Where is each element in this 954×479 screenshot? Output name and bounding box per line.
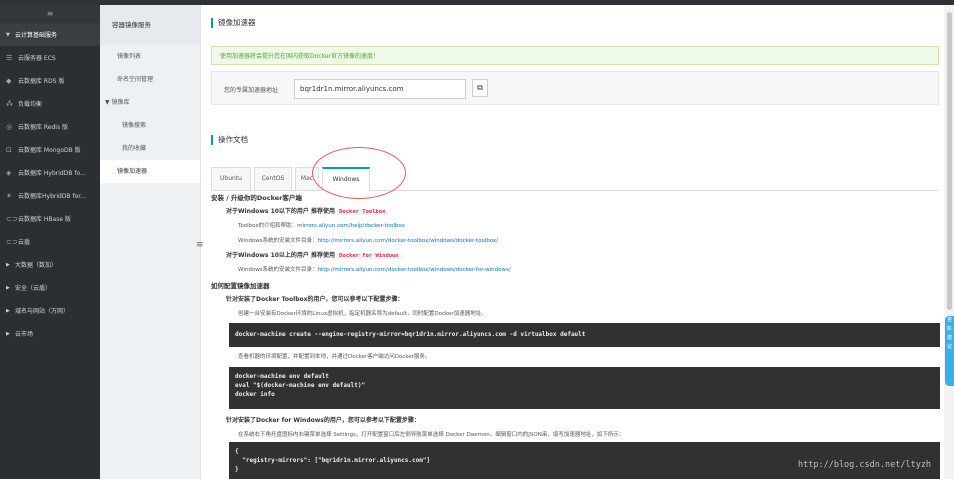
doc-toolbox-step2: 查看机器的环境配置，并配置到本地，并通过Docker客户端访问Docker服务。 [238,354,431,360]
sidebar-group-security[interactable]: ▶ 安全（云盾） [0,276,100,299]
main-content: 镜像加速器 使用加速器将会提升您在国内获取Docker官方镜像的速度！ 您的专属… [202,5,944,479]
sidebar-item-hybriddb-1[interactable]: ◈ 云数据库 HybridDB fo... [0,161,100,184]
doc-dfw-users: 针对安装了Docker for Windows的用户，您可以参考以下配置步骤： [226,417,420,424]
sidebar-group-label: 大数据（数加） [15,262,58,269]
sidebar-item-label: 云数据库 Redis 版 [18,124,69,131]
caret-right-icon: ▶ [6,284,10,291]
doc-text: Toolbox的介绍和帮助： [238,223,298,229]
doc-win10-above-line: 对于Windows 10以上的用户 推荐使用 Docker for Window… [226,250,944,259]
subnav-item-image-search[interactable]: 镜像搜索 [100,114,200,137]
copy-icon[interactable]: ⧉ [472,79,488,97]
sidebar-item-hybriddb-2[interactable]: ✶ 云数据库HybridDB for... [0,184,100,207]
sidebar-item-label: 负载均衡 [18,101,43,108]
doc-toolbox-step1: 创建一台安装有Docker环境的Linux虚拟机，指定机器名称为default，… [238,311,487,317]
doc-dfw-step1: 在系统右下角托盘图标内右键菜单选择 Settings，打开配置窗口后左侧导航菜单… [238,432,625,438]
code-block-env: docker-machine env default eval "$(docke… [229,367,940,409]
sidebar-item-hbase[interactable]: ⊂⊃ 云数据库 HBase 版 [0,207,100,230]
inline-code: Docker for Windows [337,253,401,259]
sidebar-item-label: 云数据库 MongoDB 版 [18,147,81,154]
subnav-item-namespaces[interactable]: 命名空间管理 [100,68,200,91]
tab-windows[interactable]: Windows [322,167,370,191]
accelerator-address-panel: 您的专属加速器地址 bqr1dr1n.mirror.aliyuncs.com ⧉ [211,71,939,105]
shield-icon: ⊂⊃ [6,237,18,246]
subnav-group-label: 镜像库 [111,99,130,106]
feedback-float-tab[interactable]: 咨询·建议 [945,316,954,386]
doc-heading-install: 安装 / 升级你的Docker客户端 [211,194,302,202]
load-balancer-icon: ⁂ [6,99,13,108]
doc-win10-below-line: 对于Windows 10以下的用户 推荐使用 Docker Toolbox [226,206,944,215]
redis-icon: ◎ [6,122,13,131]
hbase-icon: ⊂⊃ [6,214,18,223]
subnav-item-image-list[interactable]: 镜像列表 [100,45,200,68]
sidebar-item-yundun[interactable]: ⊂⊃ 云盾 [0,230,100,253]
sidebar-item-mongodb[interactable]: ⊡ 云数据库 MongoDB 版 [0,138,100,161]
caret-right-icon: ▶ [6,330,10,337]
dfw-download-link[interactable]: http://mirrors.aliyun.com/docker-toolbox… [318,267,511,273]
sidebar-group-bigdata[interactable]: ▶ 大数据（数加） [0,253,100,276]
subnav-group-repos[interactable]: ▼ 镜像库 [100,91,200,114]
caret-down-icon: ▼ [6,31,10,38]
database-icon: ◆ [6,76,12,85]
sidebar-item-label: 云数据库 HybridDB fo... [18,170,86,177]
sidebar-item-label: 云服务器 ECS [18,55,56,62]
sidebar-group-label: 安全（云盾） [15,285,52,292]
sidebar-item-redis[interactable]: ◎ 云数据库 Redis 版 [0,115,100,138]
toolbox-download-link[interactable]: http://mirrors.aliyun.com/docker-toolbox… [318,238,499,244]
doc-text: Windows系统的安装文件目录： [238,238,318,244]
doc-toolbox-help-line: Toolbox的介绍和帮助：mirrors.aliyun.com/help/do… [238,221,944,229]
mongodb-icon: ⊡ [6,145,12,154]
sidebar-group-label: 域名与网站（万网） [15,308,70,315]
toolbox-help-link[interactable]: mirrors.aliyun.com/help/docker-toolbox [297,223,405,229]
tab-centos[interactable]: CentOS [254,167,292,190]
sidebar-item-label: 云数据库 RDS 版 [18,78,65,85]
scrollbar-thumb[interactable] [947,12,952,310]
os-tabs: Ubuntu CentOS Mac Windows [211,165,939,191]
doc-text: 对于Windows 10以上的用户 推荐使用 [226,252,336,259]
caret-right-icon: ▶ [6,307,10,314]
sidebar-section-label: 云计算基础服务 [15,32,58,39]
sidebar-group-domain[interactable]: ▶ 域名与网站（万网） [0,299,100,322]
doc-install-dir-line-1: Windows系统的安装文件目录：http://mirrors.aliyun.c… [238,236,944,244]
doc-text: Windows系统的安装文件目录： [238,267,318,273]
server-icon: ☰ [6,53,13,62]
address-label: 您的专属加速器地址 [224,87,279,94]
sidebar-item-label: 云盾 [18,239,31,246]
sidebar-group-label: 云市场 [15,331,34,338]
code-block-create: docker-machine create --engine-registry-… [229,323,940,347]
doc-text: 对于Windows 10以下的用户 推荐使用 [226,208,336,215]
sidebar-group-market[interactable]: ▶ 云市场 [0,322,100,345]
sidebar-item-rds[interactable]: ◆ 云数据库 RDS 版 [0,69,100,92]
console-sidebar: ≡ ▼ 云计算基础服务 ☰ 云服务器 ECS ◆ 云数据库 RDS 版 ⁂ 负载均衡 … [0,5,100,479]
menu-toggle-icon[interactable]: ≡ [0,5,100,23]
sidebar-section-cloud-basic[interactable]: ▼ 云计算基础服务 [0,23,100,46]
subnav-item-accelerator[interactable]: 镜像加速器 [100,160,200,183]
subnav-title: 容器镜像服务 [100,5,200,45]
doc-heading-config: 如何配置镜像加速器 [211,282,270,290]
product-subnav: 容器镜像服务 镜像列表 命名空间管理 ▼ 镜像库 镜像搜索 我的收藏 镜像加速器 [100,5,201,479]
subnav-item-favorites[interactable]: 我的收藏 [100,137,200,160]
accelerator-address-field[interactable]: bqr1dr1n.mirror.aliyuncs.com [294,79,466,99]
sidebar-item-slb[interactable]: ⁂ 负载均衡 [0,92,100,115]
watermark: http://blog.csdn.net/ltyzh [798,460,932,470]
doc-toolbox-users: 针对安装了Docker Toolbox的用户，您可以参考以下配置步骤： [226,296,404,303]
sidebar-item-label: 云数据库 HBase 版 [18,216,71,223]
hybriddb-icon: ◈ [6,168,12,177]
sidebar-item-label: 云数据库HybridDB for... [18,193,86,200]
hybriddb-icon: ✶ [6,191,12,200]
doc-install-dir-line-2: Windows系统的安装文件目录：http://mirrors.aliyun.c… [238,265,944,273]
tab-mac[interactable]: Mac [295,167,319,190]
info-notice: 使用加速器将会提升您在国内获取Docker官方镜像的速度！ [211,46,939,65]
ops-docs-title: 操作文档 [211,135,248,145]
sidebar-item-ecs[interactable]: ☰ 云服务器 ECS [0,46,100,69]
page-title: 镜像加速器 [211,18,256,28]
inline-code: Docker Toolbox [337,209,388,215]
tab-ubuntu[interactable]: Ubuntu [211,167,251,190]
caret-right-icon: ▶ [6,261,10,268]
